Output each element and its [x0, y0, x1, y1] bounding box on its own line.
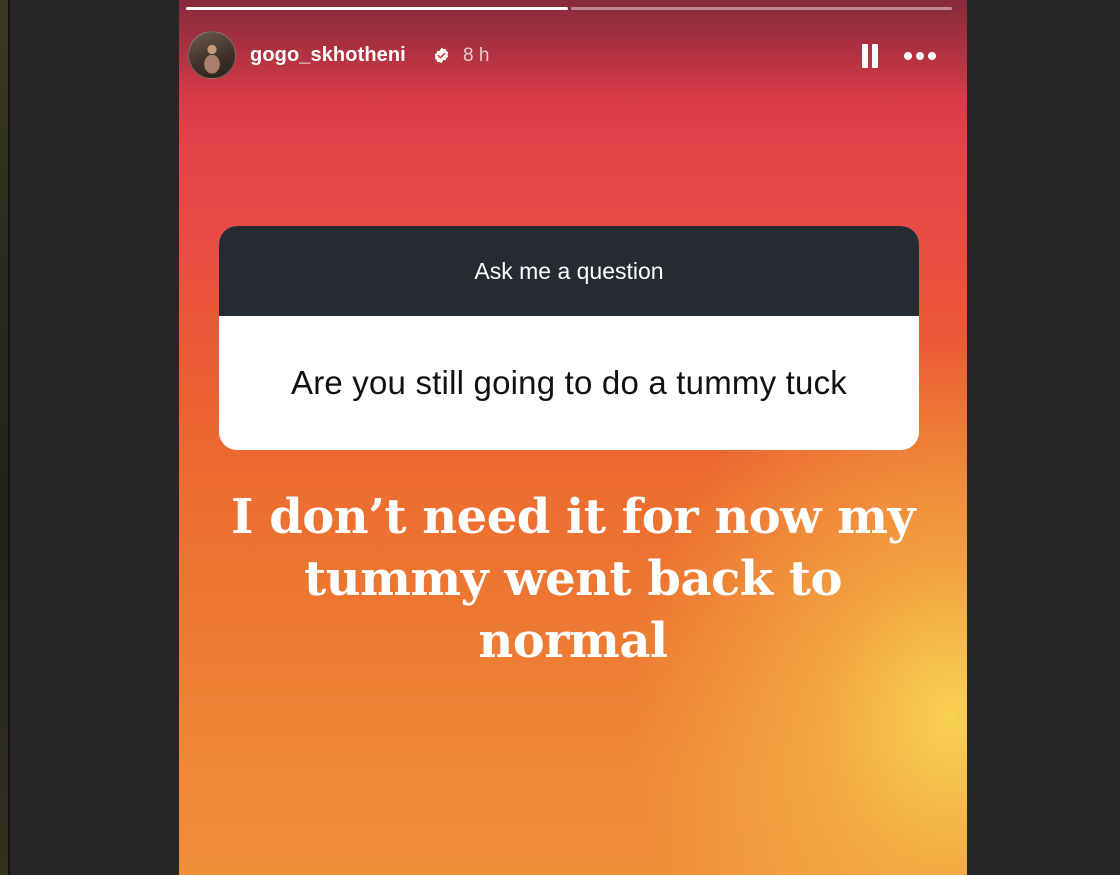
question-text: Are you still going to do a tummy tuck	[290, 364, 847, 401]
answer-line: tummy went back to	[304, 551, 842, 607]
verified-badge-icon	[434, 47, 449, 64]
progress-segment-pending	[570, 7, 952, 10]
background-window-edge	[0, 0, 8, 875]
avatar[interactable]	[188, 31, 236, 79]
question-prompt: Ask me a question	[219, 226, 919, 316]
story-viewer[interactable]: gogo_skhotheni 8 h Ask me a question Are…	[179, 0, 967, 875]
window-divider	[8, 0, 10, 875]
username[interactable]: gogo_skhotheni	[250, 44, 406, 67]
story-progress-bar	[186, 7, 952, 10]
story-header: gogo_skhotheni 8 h	[188, 31, 958, 83]
progress-segment-complete	[186, 7, 568, 10]
answer-text: I don’t need it for now my tummy went ba…	[179, 486, 967, 672]
pause-icon[interactable]	[860, 44, 880, 68]
question-sticker: Ask me a question Are you still going to…	[219, 226, 919, 450]
answer-line: normal	[478, 613, 668, 669]
viewer-backdrop	[967, 0, 1120, 875]
answer-line: I don’t need it for now my	[231, 489, 915, 545]
more-options-icon[interactable]	[904, 51, 938, 61]
post-time: 8 h	[463, 45, 490, 66]
